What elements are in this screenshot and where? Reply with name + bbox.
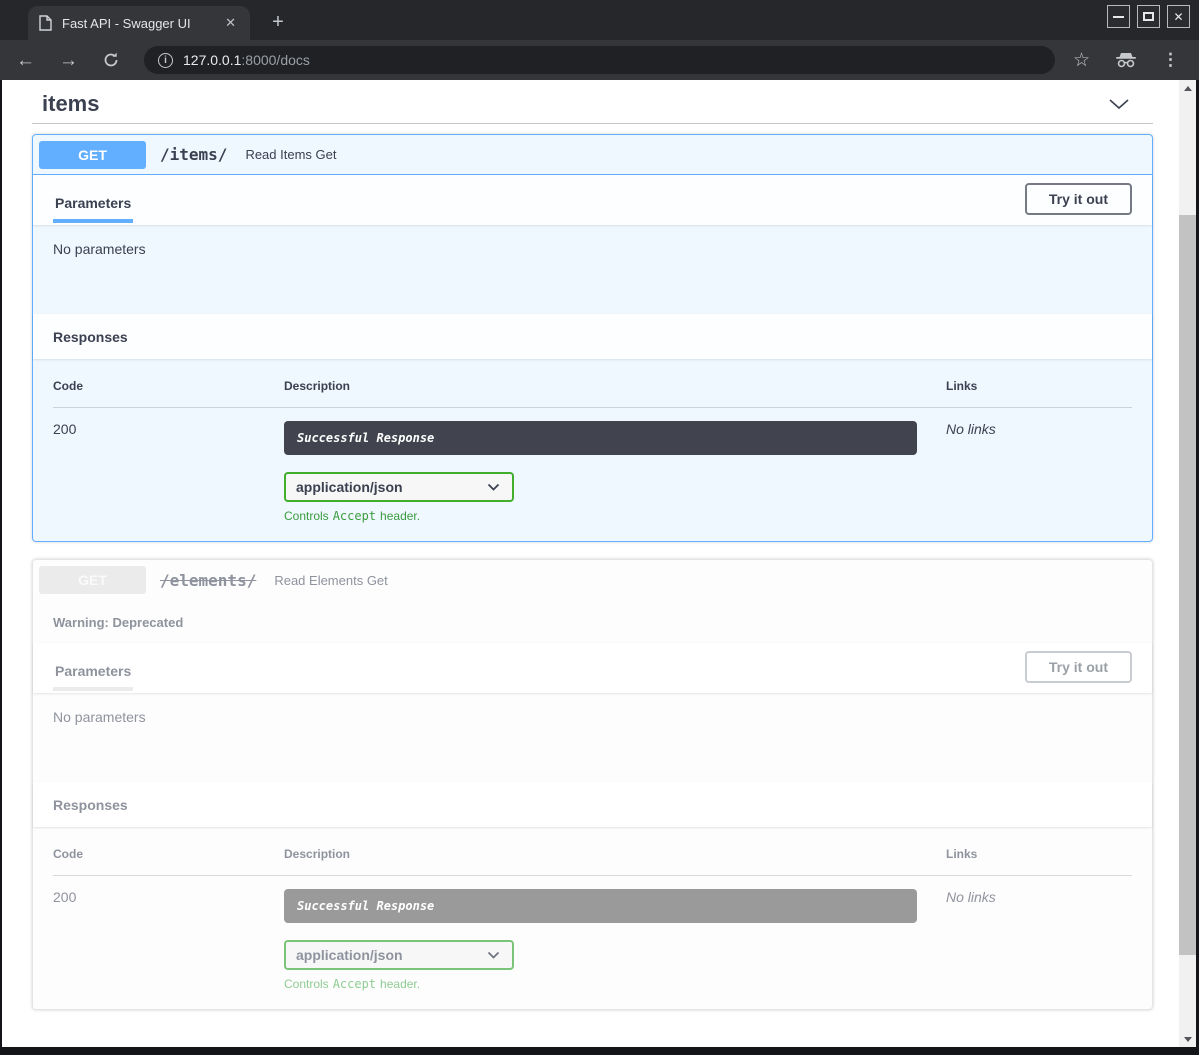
responses-table-header: Code Description Links (53, 379, 1132, 408)
window-controls: ✕ (1107, 5, 1190, 28)
note-prefix: Controls (284, 509, 329, 523)
no-parameters-text: No parameters (33, 225, 1152, 314)
code-column-header: Code (53, 379, 284, 408)
responses-body: Code Description Links 200 Successful Re… (33, 359, 1152, 541)
tab-close-icon[interactable]: ✕ (221, 15, 240, 31)
note-suffix: header. (380, 509, 420, 523)
endpoint-path: /elements/ (160, 571, 256, 590)
minimize-icon (1113, 16, 1124, 18)
try-it-out-button[interactable]: Try it out (1025, 651, 1132, 683)
response-code: 200 (53, 876, 284, 991)
select-chevron-icon (487, 483, 500, 491)
window-close-button[interactable]: ✕ (1167, 5, 1190, 28)
opblock-summary[interactable]: GET /items/ Read Items Get (33, 135, 1152, 175)
response-description-cell: Successful Response application/json Con… (284, 876, 946, 991)
note-code: Accept (333, 509, 376, 523)
site-info-icon[interactable]: i (158, 53, 173, 68)
chevron-down-icon[interactable] (1107, 97, 1143, 111)
select-chevron-icon (487, 951, 500, 959)
note-code: Accept (333, 977, 376, 991)
opblock-summary[interactable]: GET /elements/ Read Elements Get (33, 560, 1152, 600)
swagger-page: items GET /items/ Read Items Get Paramet… (2, 80, 1179, 1047)
reload-icon[interactable] (102, 51, 120, 69)
responses-body: Code Description Links 200 Successful Re… (33, 827, 1152, 1009)
response-description-cell: Successful Response application/json Con… (284, 408, 946, 523)
window-minimize-button[interactable] (1107, 5, 1130, 28)
response-links: No links (946, 408, 1132, 523)
tag-title: items (42, 91, 99, 117)
parameters-tab[interactable]: Parameters (53, 653, 133, 691)
opblock-get-items: GET /items/ Read Items Get Parameters Tr… (32, 134, 1153, 542)
tag-section-header[interactable]: items (32, 80, 1153, 124)
links-column-header: Links (946, 847, 1132, 876)
media-type-select[interactable]: application/json (284, 472, 514, 502)
maximize-icon (1143, 12, 1154, 21)
note-prefix: Controls (284, 977, 329, 991)
back-icon[interactable]: ← (16, 51, 35, 70)
try-it-out-button[interactable]: Try it out (1025, 183, 1132, 215)
tab-bar: Fast API - Swagger UI ✕ + ✕ (0, 0, 1199, 40)
responses-title: Responses (53, 329, 128, 345)
endpoint-summary: Read Elements Get (274, 573, 387, 588)
vertical-scrollbar[interactable] (1179, 80, 1196, 1047)
endpoint-path: /items/ (160, 145, 227, 164)
page-document-icon (38, 15, 52, 31)
media-type-select[interactable]: application/json (284, 940, 514, 970)
bookmark-star-icon[interactable]: ☆ (1073, 49, 1090, 72)
responses-title: Responses (53, 797, 128, 813)
parameters-header: Parameters Try it out (33, 643, 1152, 693)
parameters-tab[interactable]: Parameters (53, 185, 133, 223)
endpoint-summary: Read Items Get (245, 147, 336, 162)
responses-header: Responses (33, 782, 1152, 827)
close-icon: ✕ (1173, 10, 1183, 24)
responses-header: Responses (33, 314, 1152, 359)
url-path: :8000/docs (241, 52, 310, 68)
incognito-icon (1114, 52, 1138, 68)
response-links: No links (946, 876, 1132, 991)
window-maximize-button[interactable] (1137, 5, 1160, 28)
response-row: 200 Successful Response application/json… (53, 408, 1132, 523)
method-badge: GET (39, 141, 146, 169)
controls-accept-note: Controls Accept header. (284, 509, 946, 523)
tab-title: Fast API - Swagger UI (62, 16, 221, 31)
responses-table-header: Code Description Links (53, 847, 1132, 876)
scroll-down-icon[interactable] (1179, 1031, 1196, 1047)
controls-accept-note: Controls Accept header. (284, 977, 946, 991)
response-row: 200 Successful Response application/json… (53, 876, 1132, 991)
media-type-value: application/json (296, 947, 403, 963)
note-suffix: header. (380, 977, 420, 991)
browser-tab[interactable]: Fast API - Swagger UI ✕ (28, 6, 250, 40)
url-host: 127.0.0.1 (183, 52, 241, 68)
address-bar[interactable]: i 127.0.0.1 :8000/docs (144, 46, 1055, 74)
description-column-header: Description (284, 379, 946, 408)
new-tab-button[interactable]: + (264, 8, 292, 36)
no-parameters-text: No parameters (33, 693, 1152, 782)
browser-menu-icon[interactable]: ⋮ (1162, 50, 1179, 70)
scrollbar-thumb[interactable] (1179, 215, 1196, 955)
media-type-value: application/json (296, 479, 403, 495)
page-content: items GET /items/ Read Items Get Paramet… (2, 80, 1196, 1047)
response-description: Successful Response (284, 889, 917, 923)
deprecated-warning: Warning: Deprecated (33, 600, 1152, 643)
forward-icon[interactable]: → (59, 51, 78, 70)
parameters-header: Parameters Try it out (33, 175, 1152, 225)
opblock-get-elements-deprecated: GET /elements/ Read Elements Get Warning… (32, 559, 1153, 1010)
links-column-header: Links (946, 379, 1132, 408)
browser-toolbar: ← → i 127.0.0.1 :8000/docs ☆ ⋮ (0, 40, 1199, 80)
description-column-header: Description (284, 847, 946, 876)
code-column-header: Code (53, 847, 284, 876)
toolbar-right: ☆ ⋮ (1073, 49, 1183, 72)
response-description: Successful Response (284, 421, 917, 455)
method-badge: GET (39, 566, 146, 594)
scroll-up-icon[interactable] (1179, 80, 1196, 96)
response-code: 200 (53, 408, 284, 523)
